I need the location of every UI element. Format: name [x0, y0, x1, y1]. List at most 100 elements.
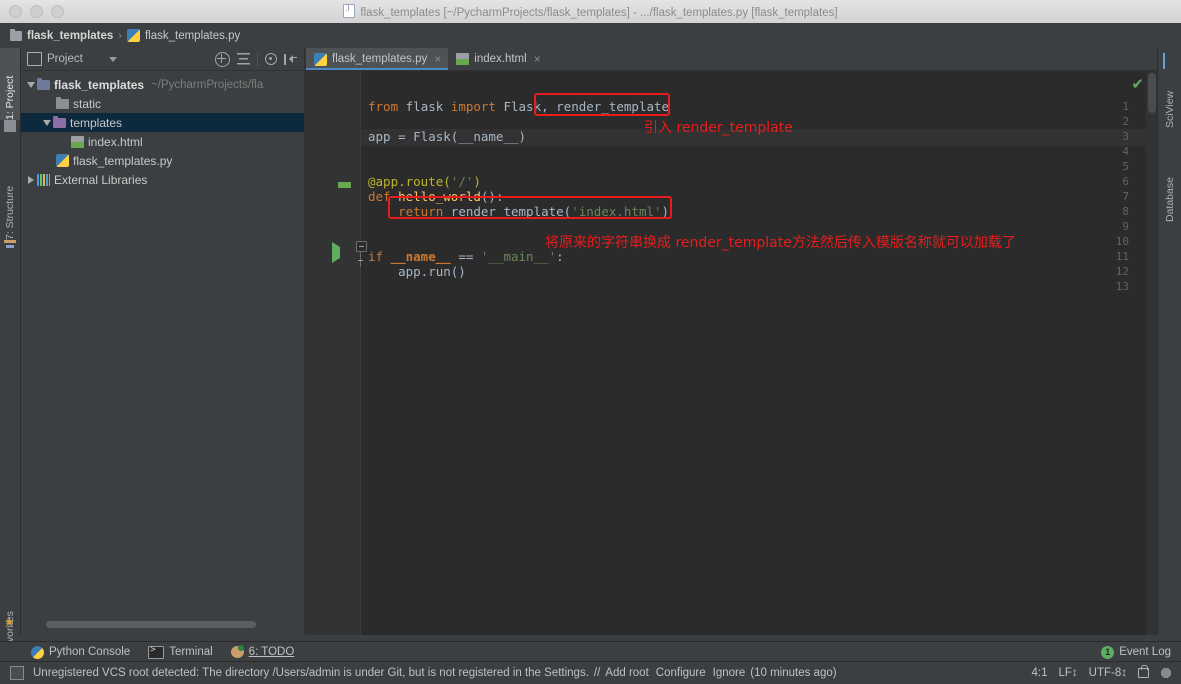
fold-end-icon[interactable]	[356, 256, 365, 265]
folder-blue-icon	[37, 77, 50, 90]
divider	[257, 52, 258, 66]
folder-purple-icon	[53, 115, 66, 128]
twisty-right-icon[interactable]	[25, 170, 37, 189]
code-line: app.run()	[368, 264, 466, 279]
tool-button-terminal[interactable]: Terminal	[139, 642, 221, 662]
tree-item-flask-templates[interactable]: flask_templates ~/PycharmProjects/fla	[21, 75, 305, 94]
code-line: @app.route('/')	[368, 174, 481, 189]
py-file-icon	[343, 4, 356, 18]
run-gutter-icon[interactable]	[332, 242, 340, 263]
sidebar-item-database[interactable]: Database	[1160, 156, 1180, 222]
status-action-add-root[interactable]: Add root	[605, 667, 648, 679]
annotation-box-import	[534, 93, 670, 116]
breadcrumb-label-project: flask_templates	[27, 29, 114, 42]
python-file-icon	[314, 52, 327, 66]
lock-icon[interactable]	[1138, 665, 1149, 678]
sidebar-item-structure[interactable]: 7: Structure	[0, 148, 20, 240]
python-file-icon	[126, 29, 140, 42]
annotation-text-return: 将原来的字符串换成 render_template方法然后传入模版名称就可以加载…	[545, 235, 1016, 251]
line-number: 5	[1122, 160, 1129, 173]
sidebar-label-project: 1: Project	[4, 75, 16, 120]
sidebar-item-sciview[interactable]: SciView	[1160, 70, 1180, 128]
encoding-widget[interactable]: UTF-8↕	[1089, 667, 1127, 679]
tool-button-label: 6: TODO	[248, 646, 295, 658]
html-file-icon	[456, 53, 470, 65]
window-title: flask_templates [~/PycharmProjects/flask…	[0, 4, 1181, 19]
event-log-count: 1	[1101, 645, 1115, 659]
twisty-down-icon[interactable]	[41, 113, 53, 132]
editor-gutter[interactable]	[306, 71, 361, 635]
tree-item-index-html[interactable]: index.html	[21, 132, 305, 151]
breadcrumb-label-file: flask_templates.py	[144, 29, 241, 42]
event-log-label: Event Log	[1119, 646, 1171, 658]
code-line: if __name__ == '__main__':	[368, 249, 564, 264]
tab-label: index.html	[474, 53, 527, 65]
tool-button-python-console[interactable]: Python Console	[22, 642, 139, 662]
project-tool-window: Project flask_templates ~/PycharmProject…	[21, 48, 305, 634]
tree-label: flask_templates	[54, 77, 145, 92]
tree-label: External Libraries	[54, 172, 148, 187]
sidebar-label-sciview: SciView	[1164, 90, 1176, 128]
vcs-widget-icon[interactable]	[10, 666, 24, 680]
collapse-all-icon[interactable]	[237, 52, 250, 66]
fold-collapse-icon[interactable]	[356, 241, 367, 252]
event-log-button[interactable]: 1 Event Log	[1101, 645, 1181, 659]
library-icon	[37, 173, 50, 186]
tree-label: static	[73, 96, 102, 111]
project-icon	[4, 120, 16, 132]
tree-item-static[interactable]: static	[21, 94, 305, 113]
project-panel-header: Project	[21, 48, 305, 71]
editor-tab-bar: flask_templates.py × index.html ×	[306, 48, 1158, 71]
hide-panel-icon[interactable]	[284, 53, 298, 65]
status-message: Unregistered VCS root detected: The dire…	[33, 667, 589, 679]
caret-position[interactable]: 4:1	[1031, 667, 1047, 679]
project-panel-horizontal-scrollbar[interactable]	[46, 621, 256, 628]
sidebar-item-project[interactable]: 1: Project	[0, 48, 20, 120]
editor-vertical-scrollbar[interactable]	[1148, 73, 1156, 113]
locate-icon[interactable]	[215, 51, 230, 67]
code-editor[interactable]: ✔ 1 2 3 4 5 6 7 8 9 10 11 12 13 from fla…	[306, 71, 1158, 635]
status-action-configure[interactable]: Configure	[656, 667, 706, 679]
line-number: 2	[1122, 115, 1129, 128]
line-separator-widget[interactable]: LF↕	[1058, 667, 1077, 679]
python-console-icon	[31, 645, 44, 659]
structure-icon	[4, 240, 16, 250]
line-number: 8	[1122, 205, 1129, 218]
todo-icon	[230, 645, 244, 658]
status-action-ignore[interactable]: Ignore	[713, 667, 746, 679]
tool-button-label: Terminal	[169, 646, 213, 658]
close-icon[interactable]: ×	[434, 52, 441, 66]
tree-label: flask_templates.py	[73, 153, 173, 168]
tool-button-todo[interactable]: 6: TODO	[222, 642, 304, 662]
project-panel-title: Project	[47, 53, 83, 65]
twisty-down-icon[interactable]	[25, 75, 37, 94]
line-number: 11	[1115, 250, 1129, 263]
sidebar-label-database: Database	[1164, 177, 1176, 222]
status-time: (10 minutes ago)	[750, 667, 837, 679]
terminal-icon	[148, 645, 165, 659]
navigation-bar: flask_templates › flask_templates.py fla…	[0, 23, 1181, 70]
tab-flask-templates-py[interactable]: flask_templates.py ×	[306, 48, 449, 70]
breadcrumb-item-file[interactable]: flask_templates.py	[126, 23, 241, 48]
hammer-icon[interactable]	[1160, 667, 1172, 679]
annotation-box-return	[388, 196, 672, 219]
window-title-bar: flask_templates [~/PycharmProjects/flask…	[0, 0, 1181, 24]
settings-gear-icon[interactable]	[265, 53, 277, 65]
annotation-text-import: 引入 render_template	[644, 120, 793, 136]
project-view-icon	[27, 52, 42, 66]
inspection-status-icon[interactable]: ✔	[1131, 75, 1144, 93]
line-number: 7	[1122, 190, 1129, 203]
folder-gray-icon	[56, 96, 69, 109]
tree-item-external-libraries[interactable]: External Libraries	[21, 170, 305, 189]
window-title-text: flask_templates [~/PycharmProjects/flask…	[360, 7, 838, 19]
python-file-icon	[56, 154, 69, 167]
tab-index-html[interactable]: index.html ×	[448, 48, 547, 70]
bottom-tool-window-bar: Python Console Terminal 6: TODO 1 Event …	[0, 641, 1181, 662]
breadcrumb-item-project[interactable]: flask_templates	[10, 23, 113, 48]
tree-item-flask-templates-py[interactable]: flask_templates.py	[21, 151, 305, 170]
tree-item-templates[interactable]: templates	[21, 113, 305, 132]
close-icon[interactable]: ×	[534, 52, 541, 66]
tool-button-label: Python Console	[49, 646, 131, 658]
chevron-down-icon[interactable]	[108, 56, 117, 62]
star-icon: ★	[4, 615, 15, 629]
